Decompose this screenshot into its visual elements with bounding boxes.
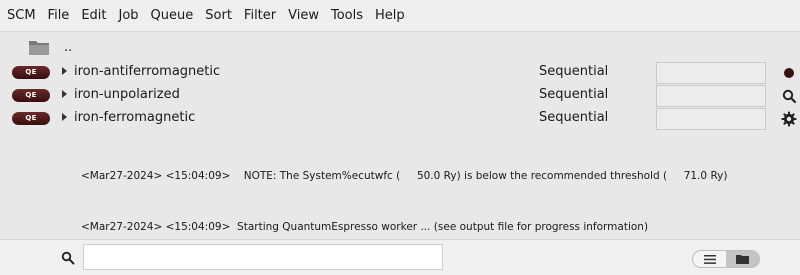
job-name: iron-ferromagnetic [74,110,196,125]
job-status-field [656,62,766,84]
expand-arrow-icon[interactable] [62,90,67,98]
search-input[interactable] [83,244,443,270]
expand-arrow-icon[interactable] [62,113,67,121]
menu-tools[interactable]: Tools [330,6,364,25]
job-row[interactable]: QE iron-unpolarized Sequential [0,85,800,107]
folder-icon [28,37,50,57]
folder-view-icon[interactable] [726,251,759,267]
qe-badge: QE [12,89,50,102]
job-status-field [656,108,766,130]
menu-filter[interactable]: Filter [243,6,277,25]
parent-directory-label: .. [64,39,73,55]
log-output: <Mar27-2024> <15:04:09> NOTE: The System… [81,134,727,253]
menu-bar: SCM File Edit Job Queue Sort Filter View… [0,0,800,32]
gear-icon[interactable] [781,111,797,127]
expand-arrow-icon[interactable] [62,67,67,75]
job-name: iron-antiferromagnetic [74,64,221,79]
job-run-mode: Sequential [539,87,609,102]
log-line: <Mar27-2024> <15:04:09> NOTE: The System… [81,170,728,182]
job-row[interactable]: QE iron-ferromagnetic Sequential [0,108,800,130]
menu-sort[interactable]: Sort [204,6,233,25]
magnifier-icon[interactable] [781,88,797,104]
qe-badge: QE [12,112,50,125]
menu-help[interactable]: Help [374,6,406,25]
job-name: iron-unpolarized [74,87,180,102]
job-run-mode: Sequential [539,64,609,79]
menu-view[interactable]: View [287,6,320,25]
list-view-icon[interactable] [693,251,726,267]
job-run-mode: Sequential [539,110,609,125]
menu-queue[interactable]: Queue [150,6,195,25]
bottom-bar [0,239,800,275]
job-status-field [656,85,766,107]
view-mode-toggle[interactable] [692,250,760,268]
status-dot-icon[interactable] [781,65,797,81]
menu-edit[interactable]: Edit [80,6,107,25]
log-line: <Mar27-2024> <15:04:09> Starting Quantum… [81,221,649,233]
parent-directory-row[interactable]: .. [28,35,72,59]
search-icon [61,250,75,265]
menu-file[interactable]: File [47,6,71,25]
menu-job[interactable]: Job [118,6,140,25]
menu-scm[interactable]: SCM [6,6,37,25]
job-row[interactable]: QE iron-antiferromagnetic Sequential [0,62,800,84]
qe-badge: QE [12,66,50,79]
